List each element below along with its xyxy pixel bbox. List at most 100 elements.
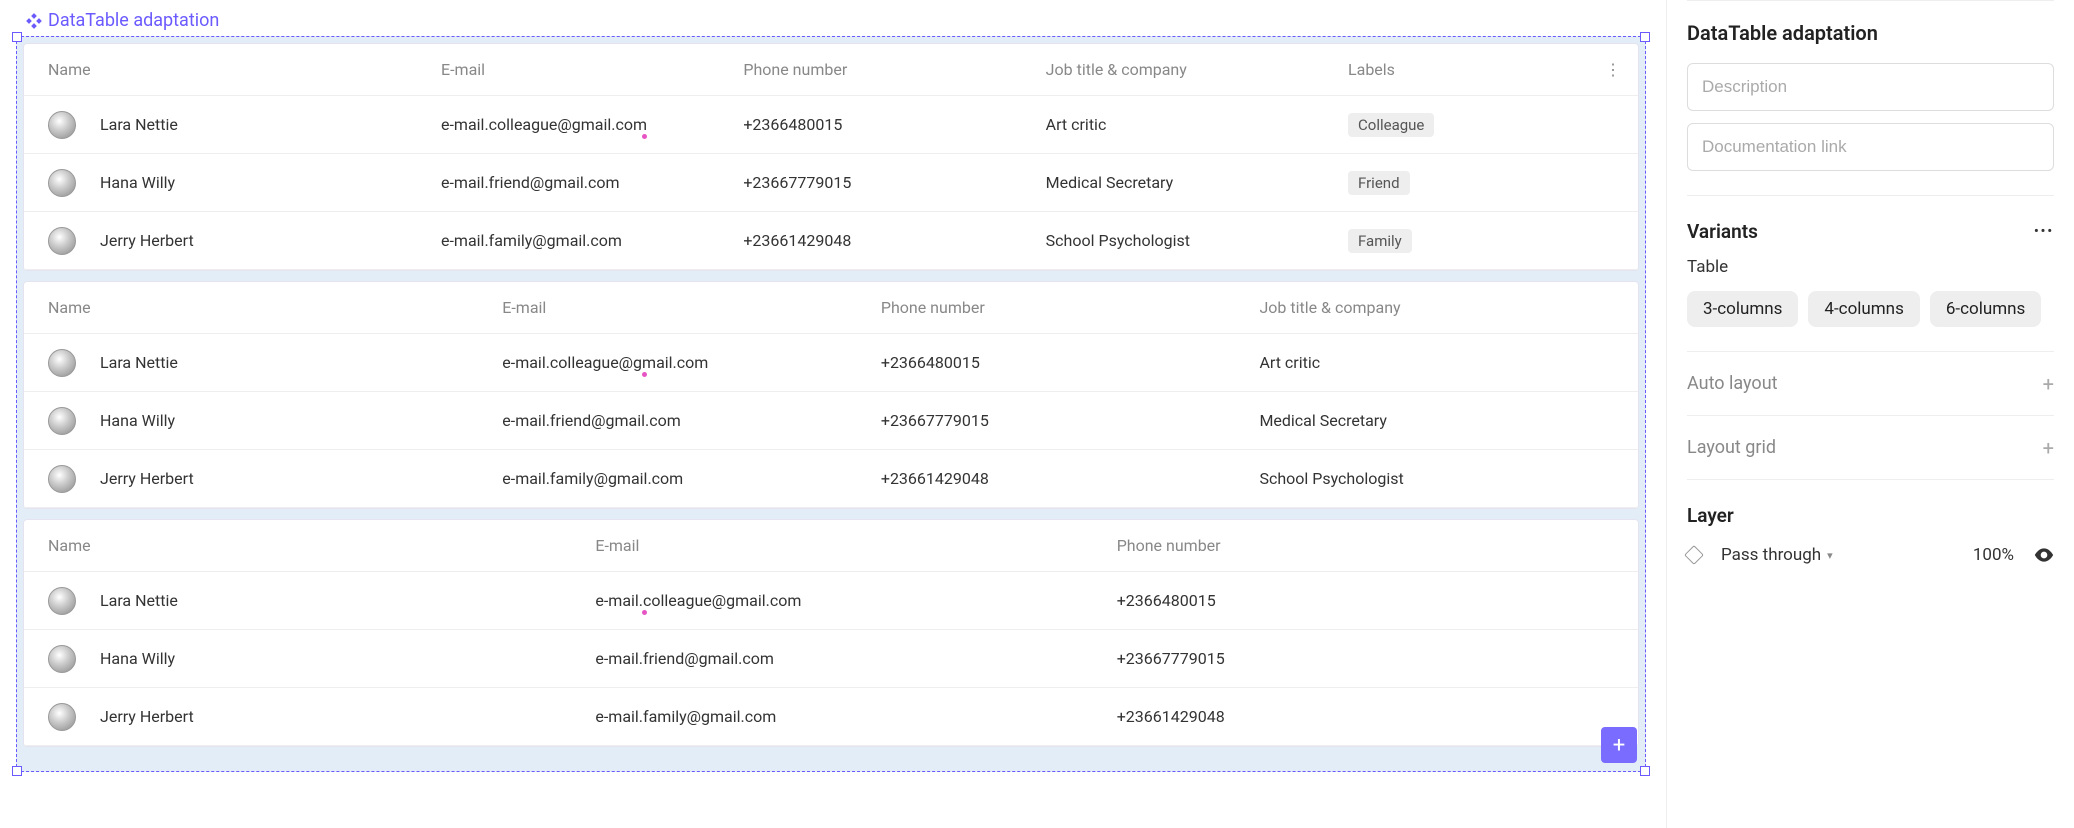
properties-panel: DataTable adaptation Variants ••• Table … <box>1666 0 2074 828</box>
cell-email: e-mail.friend@gmail.com <box>441 173 743 192</box>
cell-phone: +23667779015 <box>743 173 1045 192</box>
col-phone: Phone number <box>743 60 1045 79</box>
design-canvas[interactable]: DataTable adaptation Name E-mail Phone n… <box>0 0 1666 828</box>
table-row[interactable]: Hana Willy e-mail.friend@gmail.com +2366… <box>24 392 1638 450</box>
cell-job: Art critic <box>1259 353 1638 372</box>
description-input[interactable] <box>1687 63 2054 111</box>
table-header: Name E-mail Phone number <box>24 520 1638 572</box>
table-row[interactable]: Jerry Herbert e-mail.family@gmail.com +2… <box>24 450 1638 508</box>
documentation-link-input[interactable] <box>1687 123 2054 171</box>
table-row[interactable]: Hana Willy e-mail.friend@gmail.com +2366… <box>24 630 1638 688</box>
table-row[interactable]: Lara Nettie e-mail.colleague@gmail.com +… <box>24 572 1638 630</box>
label-pill: Family <box>1348 229 1412 253</box>
chevron-down-icon: ▾ <box>1827 549 1833 562</box>
auto-layout-section[interactable]: Auto layout + <box>1687 352 2054 416</box>
cell-phone: +23667779015 <box>881 411 1260 430</box>
plus-icon[interactable]: + <box>2043 436 2054 460</box>
layout-grid-section[interactable]: Layout grid + <box>1687 416 2054 480</box>
cell-name: Jerry Herbert <box>100 469 194 488</box>
cell-job: Medical Secretary <box>1046 173 1348 192</box>
component-frame-label[interactable]: DataTable adaptation <box>26 10 219 31</box>
col-name: Name <box>48 60 441 79</box>
col-name: Name <box>48 298 502 317</box>
variant-6-columns[interactable]: Name E-mail Phone number Job title & com… <box>23 43 1639 271</box>
avatar <box>48 465 76 493</box>
avatar <box>48 227 76 255</box>
variant-chip-4-columns[interactable]: 4-columns <box>1808 291 1919 327</box>
variant-chip-3-columns[interactable]: 3-columns <box>1687 291 1798 327</box>
cell-phone: +23661429048 <box>743 231 1045 250</box>
col-phone: Phone number <box>881 298 1260 317</box>
cell-name: Lara Nettie <box>100 353 178 372</box>
table-row[interactable]: Jerry Herbert e-mail.family@gmail.com +2… <box>24 688 1638 746</box>
variant-4-columns[interactable]: Name E-mail Phone number Job title & com… <box>23 281 1639 509</box>
col-job: Job title & company <box>1259 298 1638 317</box>
table-row[interactable]: Jerry Herbert e-mail.family@gmail.com +2… <box>24 212 1638 270</box>
cell-phone: +2366480015 <box>1117 591 1638 610</box>
col-labels: Labels <box>1348 60 1588 79</box>
avatar <box>48 111 76 139</box>
cell-phone: +2366480015 <box>743 115 1045 134</box>
avatar <box>48 587 76 615</box>
cell-job: Medical Secretary <box>1259 411 1638 430</box>
table-header: Name E-mail Phone number Job title & com… <box>24 44 1638 96</box>
col-job: Job title & company <box>1046 60 1348 79</box>
table-row[interactable]: Lara Nettie e-mail.colleague@gmail.com +… <box>24 96 1638 154</box>
col-phone: Phone number <box>1117 536 1638 555</box>
add-variant-button[interactable]: + <box>1601 727 1637 763</box>
blend-mode-value: Pass through <box>1721 545 1821 565</box>
blend-mode-icon <box>1684 545 1704 565</box>
selection-handle-br[interactable] <box>1640 766 1650 776</box>
multiplayer-cursor-dot <box>642 372 647 377</box>
cell-name: Hana Willy <box>100 649 175 668</box>
avatar <box>48 407 76 435</box>
cell-email: e-mail.colleague@gmail.com <box>441 115 743 134</box>
multiplayer-cursor-dot <box>642 610 647 615</box>
avatar <box>48 349 76 377</box>
selection-handle-tl[interactable] <box>12 32 22 42</box>
auto-layout-label: Auto layout <box>1687 373 1778 394</box>
variant-property-name: Table <box>1687 257 2054 277</box>
col-email: E-mail <box>595 536 1116 555</box>
visibility-icon[interactable] <box>2034 548 2054 562</box>
panel-component-title: DataTable adaptation <box>1687 21 2054 45</box>
table-row[interactable]: Lara Nettie e-mail.colleague@gmail.com +… <box>24 334 1638 392</box>
avatar <box>48 169 76 197</box>
avatar <box>48 703 76 731</box>
cell-email: e-mail.family@gmail.com <box>441 231 743 250</box>
selection-handle-bl[interactable] <box>12 766 22 776</box>
cell-phone: +2366480015 <box>881 353 1260 372</box>
cell-name: Lara Nettie <box>100 115 178 134</box>
label-pill: Friend <box>1348 171 1410 195</box>
variants-more-icon[interactable]: ••• <box>2034 224 2054 239</box>
cell-phone: +23661429048 <box>881 469 1260 488</box>
cell-email: e-mail.family@gmail.com <box>595 707 1116 726</box>
col-email: E-mail <box>441 60 743 79</box>
component-variants-frame[interactable]: Name E-mail Phone number Job title & com… <box>16 36 1646 772</box>
selection-handle-tr[interactable] <box>1640 32 1650 42</box>
opacity-value[interactable]: 100% <box>1973 545 2014 565</box>
table-row[interactable]: Hana Willy e-mail.friend@gmail.com +2366… <box>24 154 1638 212</box>
more-icon[interactable]: ⋮ <box>1588 60 1638 79</box>
avatar <box>48 645 76 673</box>
plus-icon[interactable]: + <box>2043 372 2054 396</box>
variant-chip-6-columns[interactable]: 6-columns <box>1930 291 2041 327</box>
col-email: E-mail <box>502 298 881 317</box>
cell-job: School Psychologist <box>1046 231 1348 250</box>
cell-phone: +23661429048 <box>1117 707 1638 726</box>
cell-phone: +23667779015 <box>1117 649 1638 668</box>
layer-heading: Layer <box>1687 504 2054 527</box>
cell-email: e-mail.family@gmail.com <box>502 469 881 488</box>
component-icon <box>26 13 42 29</box>
cell-name: Jerry Herbert <box>100 707 194 726</box>
cell-name: Hana Willy <box>100 173 175 192</box>
label-pill: Colleague <box>1348 113 1434 137</box>
variant-3-columns[interactable]: Name E-mail Phone number Lara Nettie e-m… <box>23 519 1639 747</box>
blend-mode-select[interactable]: Pass through ▾ <box>1721 545 1833 565</box>
cell-name: Jerry Herbert <box>100 231 194 250</box>
cell-name: Hana Willy <box>100 411 175 430</box>
multiplayer-cursor-dot <box>642 134 647 139</box>
cell-job: School Psychologist <box>1259 469 1638 488</box>
table-header: Name E-mail Phone number Job title & com… <box>24 282 1638 334</box>
cell-job: Art critic <box>1046 115 1348 134</box>
